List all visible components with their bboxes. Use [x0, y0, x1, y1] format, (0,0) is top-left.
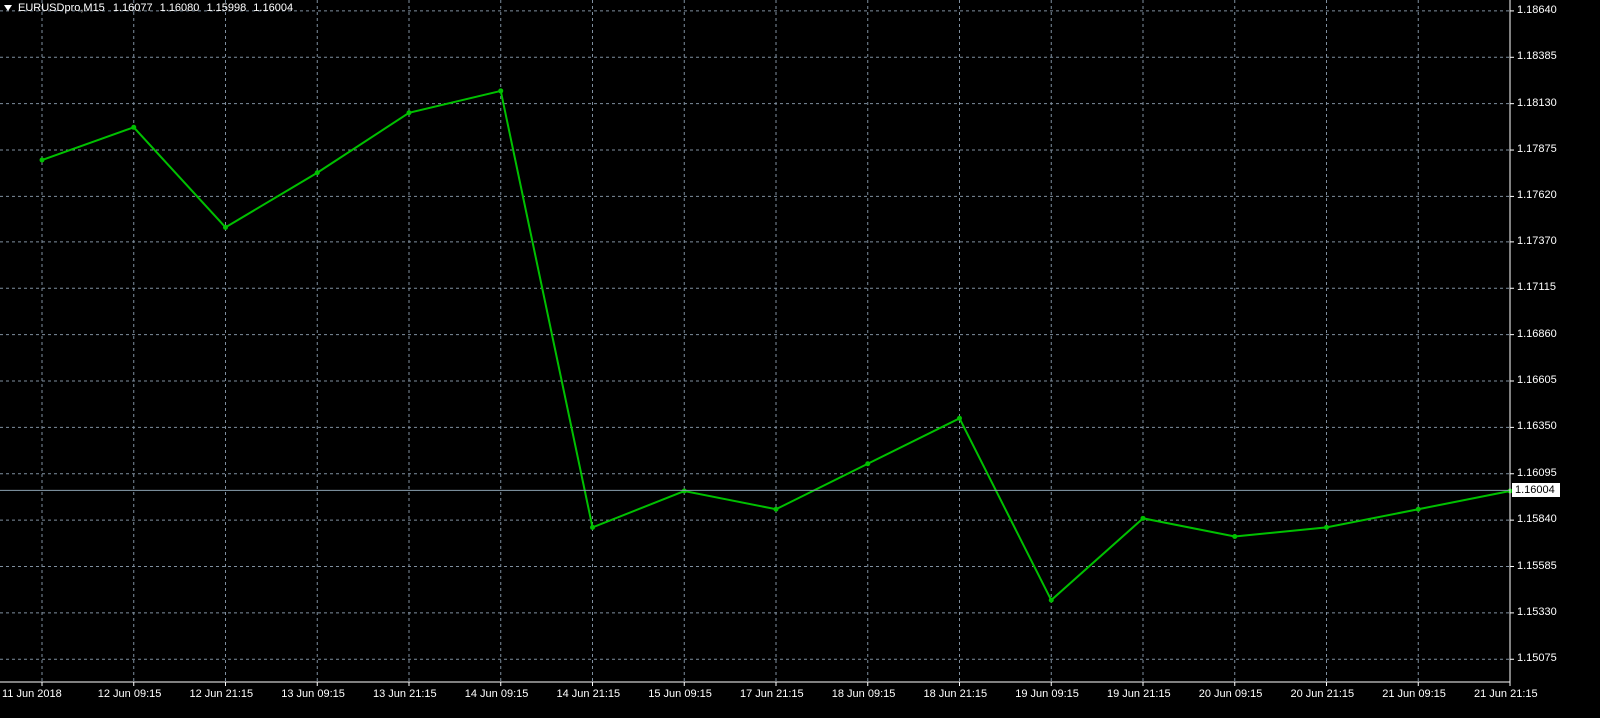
high-value: 1.16080 [159, 2, 200, 14]
price-point [1232, 534, 1238, 540]
price-point [314, 170, 320, 176]
x-tick-label: 21 Jun 09:15 [1382, 688, 1446, 700]
x-tick-label: 13 Jun 21:15 [373, 688, 437, 700]
price-point [1048, 597, 1054, 603]
y-tick-label: 1.17370 [1517, 234, 1557, 247]
y-tick-label: 1.16350 [1517, 420, 1557, 433]
x-tick-label: 18 Jun 21:15 [923, 688, 988, 700]
price-point [39, 157, 45, 163]
price-point [1324, 524, 1329, 530]
y-tick-label: 1.15075 [1517, 652, 1557, 665]
y-tick-label: 1.16095 [1517, 466, 1557, 479]
price-point [131, 124, 137, 130]
price-point [1140, 515, 1146, 521]
price-point [498, 88, 504, 94]
price-series [39, 88, 1513, 603]
y-tick-label: 1.16605 [1517, 374, 1557, 386]
x-tick-label: 15 Jun 09:15 [648, 688, 712, 700]
symbol-label: EURUSDpro,M15 [18, 2, 105, 14]
x-tick-label: 12 Jun 09:15 [97, 688, 162, 700]
x-tick-label: 20 Jun 09:15 [1198, 688, 1263, 700]
y-tick-label: 1.15330 [1517, 605, 1557, 618]
low-value: 1.15998 [206, 2, 247, 14]
open-value: 1.16077 [112, 2, 153, 14]
price-point [590, 524, 595, 530]
x-tick-label: 21 Jun 21:15 [1474, 688, 1538, 700]
x-tick-label: 19 Jun 21:15 [1107, 688, 1171, 700]
price-point [223, 224, 228, 230]
x-tick-label: 19 Jun 09:15 [1015, 688, 1079, 700]
y-tick-label: 1.17620 [1517, 189, 1557, 202]
chart-window[interactable]: EURUSDpro,M15 1.16077 1.16080 1.15998 1.… [0, 0, 1600, 718]
price-point [773, 506, 779, 512]
price-point [1415, 506, 1421, 512]
price-chart-canvas[interactable] [0, 0, 1600, 718]
price-point [406, 110, 412, 116]
y-tick-label: 1.18640 [1517, 3, 1557, 16]
x-tick-label: 14 Jun 21:15 [556, 688, 621, 700]
price-point [681, 488, 687, 494]
chart-header: EURUSDpro,M15 1.16077 1.16080 1.15998 1.… [4, 2, 293, 14]
price-point [957, 415, 962, 421]
ohlc-values: 1.16077 1.16080 1.15998 1.16004 [109, 2, 293, 14]
x-tick-label: 18 Jun 09:15 [831, 688, 896, 700]
x-tick-label: 11 Jun 2018 [2, 688, 62, 700]
current-price-tag: 1.16004 [1512, 483, 1560, 498]
x-tick-label: 13 Jun 09:15 [281, 688, 345, 700]
dropdown-triangle-icon[interactable] [4, 5, 12, 11]
y-tick-label: 1.16860 [1517, 327, 1557, 340]
x-tick-label: 14 Jun 09:15 [464, 688, 529, 700]
price-point [865, 461, 871, 467]
y-tick-label: 1.17875 [1517, 143, 1557, 156]
x-tick-label: 12 Jun 21:15 [189, 688, 254, 700]
x-tick-label: 20 Jun 21:15 [1290, 688, 1355, 700]
grid-lines [0, 0, 1514, 686]
y-tick-label: 1.17115 [1517, 281, 1556, 294]
y-tick-label: 1.18130 [1517, 96, 1557, 109]
y-tick-label: 1.18385 [1517, 50, 1557, 63]
x-tick-label: 17 Jun 21:15 [740, 688, 804, 700]
y-tick-label: 1.15585 [1517, 559, 1557, 572]
close-value: 1.16004 [253, 2, 294, 14]
y-tick-label: 1.15840 [1517, 513, 1557, 526]
